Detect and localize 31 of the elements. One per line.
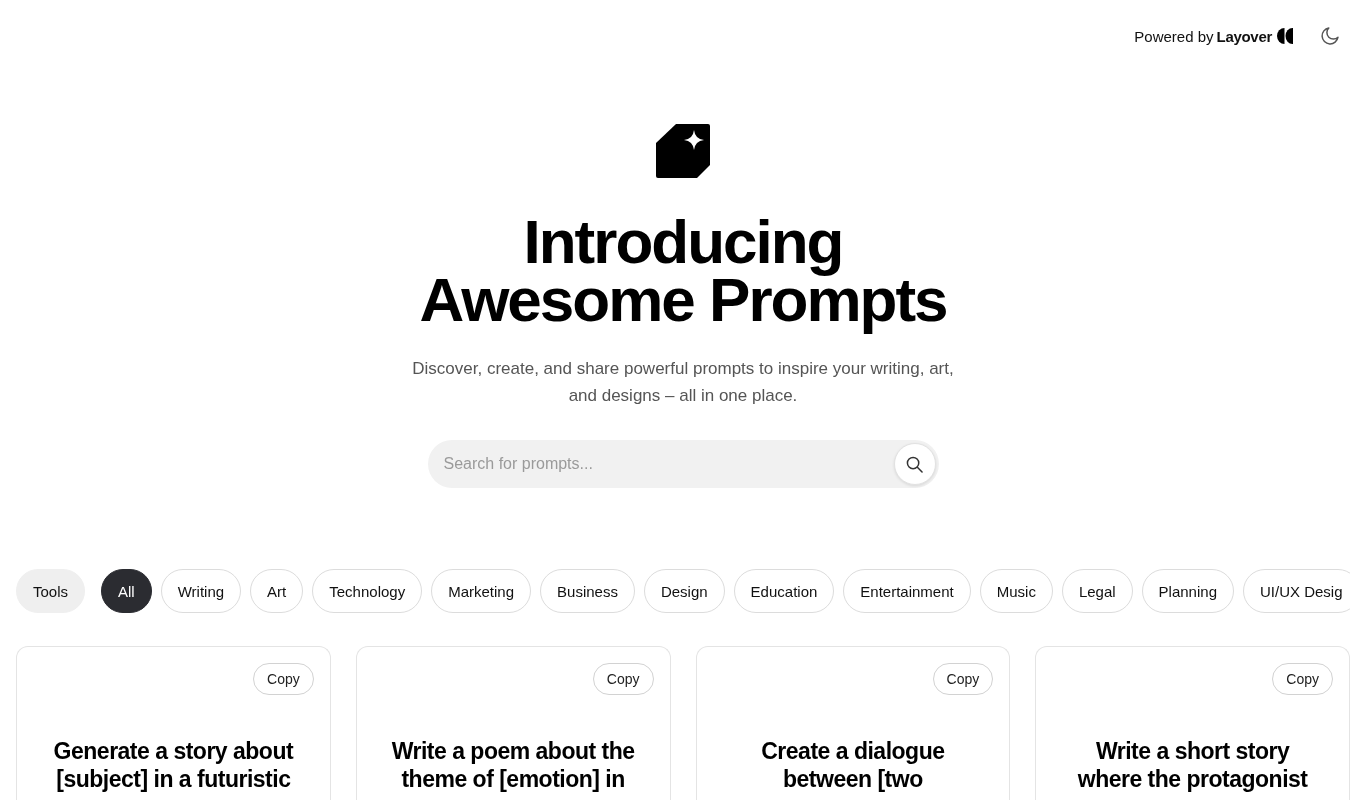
category-chip[interactable]: Writing	[160, 569, 242, 613]
hero-title: Introducing Awesome Prompts	[418, 206, 948, 336]
prompt-text: Write a short story where the protagonist	[1076, 737, 1309, 793]
search-icon	[906, 455, 923, 473]
category-chip[interactable]: Art	[250, 569, 304, 613]
category-chip[interactable]: Technology	[312, 569, 423, 613]
category-chip[interactable]: Legal	[1061, 569, 1133, 613]
moon-icon	[1320, 26, 1340, 46]
hero-subtitle: Discover, create, and share powerful prompts to inspire your writing, art, and designs – all in one place.	[411, 358, 955, 407]
category-chip[interactable]: Music	[979, 569, 1053, 613]
copy-button[interactable]: Copy	[1272, 663, 1333, 695]
search-field[interactable]: Search for prompts...	[427, 440, 939, 488]
category-chip[interactable]: Design	[643, 569, 725, 613]
category-chip[interactable]: All	[101, 569, 152, 613]
prompt-text: Write a poem about the theme of [emotion] in	[390, 737, 636, 793]
category-chip[interactable]: Business	[540, 569, 635, 613]
sparkle-tile-icon	[656, 124, 710, 178]
logo-icon	[1277, 28, 1294, 44]
copy-button[interactable]: Copy	[592, 663, 654, 695]
category-chip[interactable]: Planning	[1141, 569, 1234, 613]
copy-button[interactable]: Copy	[253, 663, 314, 695]
powered-by-link[interactable]: Powered by Layover	[1134, 27, 1294, 45]
theme-toggle-button[interactable]	[1320, 26, 1340, 46]
category-chip[interactable]: UI/UX Desig	[1243, 569, 1350, 613]
copy-button[interactable]: Copy	[932, 663, 994, 695]
prompt-text: Create a dialogue between [two	[760, 737, 946, 793]
category-chip[interactable]: Education	[733, 569, 835, 613]
prompt-text: Generate a story about [subject] in a futuristic	[52, 737, 295, 793]
category-chip[interactable]: Entertainment	[843, 569, 971, 613]
tools-button[interactable]: Tools	[16, 569, 86, 613]
category-chip[interactable]: Marketing	[431, 569, 532, 613]
